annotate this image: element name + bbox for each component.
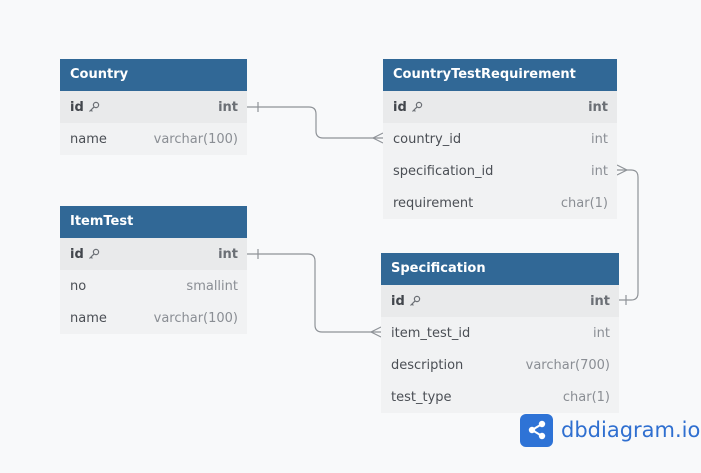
column-type: char(1) xyxy=(562,389,610,405)
column-type: int xyxy=(218,99,238,115)
column-name: specification_id xyxy=(393,163,494,179)
column-name: id xyxy=(70,246,84,262)
column-type: int xyxy=(218,246,238,262)
table-header[interactable]: Country xyxy=(60,59,247,91)
column-name: id xyxy=(70,99,84,115)
column-type: int xyxy=(593,325,610,341)
column-name: item_test_id xyxy=(391,325,471,341)
table-column-row[interactable]: id int xyxy=(383,91,617,123)
table-country-test-requirement[interactable]: CountryTestRequirement id int country_id… xyxy=(383,59,617,219)
table-column-row[interactable]: id int xyxy=(381,285,619,317)
table-itemtest[interactable]: ItemTest id int no smallint name varchar… xyxy=(60,206,247,334)
table-column-row[interactable]: no smallint xyxy=(60,270,247,302)
column-name: description xyxy=(391,357,464,373)
key-icon xyxy=(409,295,420,306)
column-type: varchar(100) xyxy=(153,131,238,147)
table-column-row[interactable]: description varchar(700) xyxy=(381,349,619,381)
column-type: varchar(700) xyxy=(525,357,610,373)
table-column-row[interactable]: name varchar(100) xyxy=(60,302,247,334)
connector-itemtest-to-specification xyxy=(247,249,382,338)
column-name: country_id xyxy=(393,131,462,147)
key-icon xyxy=(88,248,99,259)
column-type: int xyxy=(591,131,608,147)
column-type: int xyxy=(590,293,610,309)
table-column-row[interactable]: name varchar(100) xyxy=(60,123,247,155)
table-column-row[interactable]: country_id int xyxy=(383,123,617,155)
table-column-row[interactable]: item_test_id int xyxy=(381,317,619,349)
share-nodes-icon xyxy=(520,413,553,447)
table-header[interactable]: Specification xyxy=(381,253,619,285)
column-name: no xyxy=(70,278,87,294)
table-column-row[interactable]: requirement char(1) xyxy=(383,187,617,219)
column-name: id xyxy=(391,293,405,309)
column-type: varchar(100) xyxy=(153,310,238,326)
column-name: name xyxy=(70,131,107,147)
table-specification[interactable]: Specification id int item_test_id int de… xyxy=(381,253,619,413)
column-name: requirement xyxy=(393,195,474,211)
column-type: int xyxy=(588,99,608,115)
table-country[interactable]: Country id int name varchar(100) xyxy=(60,59,247,155)
column-name: test_type xyxy=(391,389,452,405)
key-icon xyxy=(411,101,422,112)
column-name: id xyxy=(393,99,407,115)
column-type: int xyxy=(591,163,608,179)
logo-text: dbdiagram.io xyxy=(561,418,701,442)
table-header[interactable]: CountryTestRequirement xyxy=(383,59,617,91)
column-type: smallint xyxy=(186,278,238,294)
table-header[interactable]: ItemTest xyxy=(60,206,247,238)
connector-specification-to-requirement xyxy=(616,164,639,305)
column-type: char(1) xyxy=(560,195,608,211)
table-column-row[interactable]: id int xyxy=(60,238,247,270)
connector-country-to-requirement xyxy=(247,102,384,144)
table-column-row[interactable]: specification_id int xyxy=(383,155,617,187)
column-name: name xyxy=(70,310,107,326)
dbdiagram-logo[interactable]: dbdiagram.io xyxy=(520,413,700,447)
table-column-row[interactable]: id int xyxy=(60,91,247,123)
table-column-row[interactable]: test_type char(1) xyxy=(381,381,619,413)
key-icon xyxy=(88,101,99,112)
